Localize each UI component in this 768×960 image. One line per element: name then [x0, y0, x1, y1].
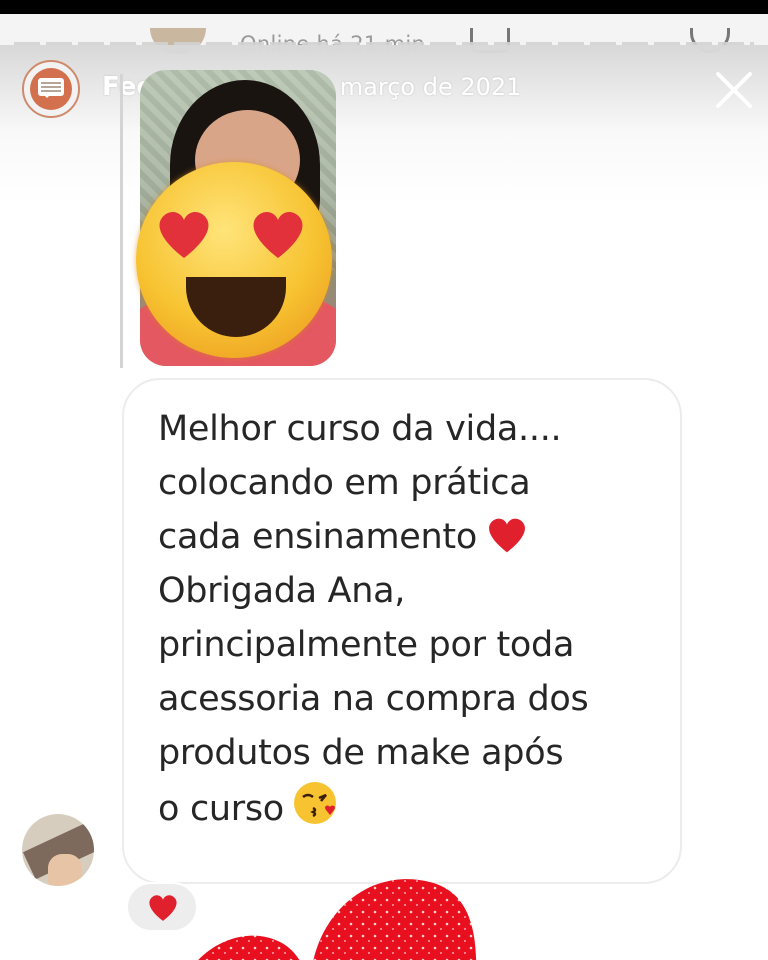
- header-gradient: [0, 45, 768, 205]
- message-line: produtos de make após: [158, 733, 564, 773]
- heart-eye-right-icon: [253, 211, 303, 258]
- status-bar: [0, 0, 768, 14]
- red-heart-icon: [149, 895, 177, 921]
- message-line: colocando em prática: [158, 463, 531, 503]
- message-line-with-kiss: o curso: [158, 780, 680, 836]
- heart-eye-left-icon: [159, 211, 209, 258]
- message-line-with-heart: cada ensinamento: [158, 510, 680, 564]
- heart-eyes-emoji: [136, 162, 332, 358]
- kiss-icon: [293, 782, 336, 824]
- red-heart-icon: [488, 518, 525, 553]
- message-line: acessoria na compra dos: [158, 679, 589, 719]
- message-bubble: Melhor curso da vida.... colocando em pr…: [122, 378, 682, 884]
- story-avatar[interactable]: [22, 60, 80, 118]
- heart-sticker-icon: [198, 879, 477, 960]
- story-screen: Online há 21 min Feedbacks 16 de março d…: [0, 0, 768, 960]
- close-button[interactable]: [712, 68, 756, 112]
- close-icon: [716, 72, 752, 108]
- message-line: Obrigada Ana,: [158, 571, 406, 611]
- emoji-mouth: [186, 277, 286, 337]
- message-line: principalmente por toda: [158, 625, 575, 665]
- sender-avatar[interactable]: [22, 814, 94, 886]
- reply-indicator-line: [120, 74, 123, 368]
- message-line: Melhor curso da vida....: [158, 409, 562, 449]
